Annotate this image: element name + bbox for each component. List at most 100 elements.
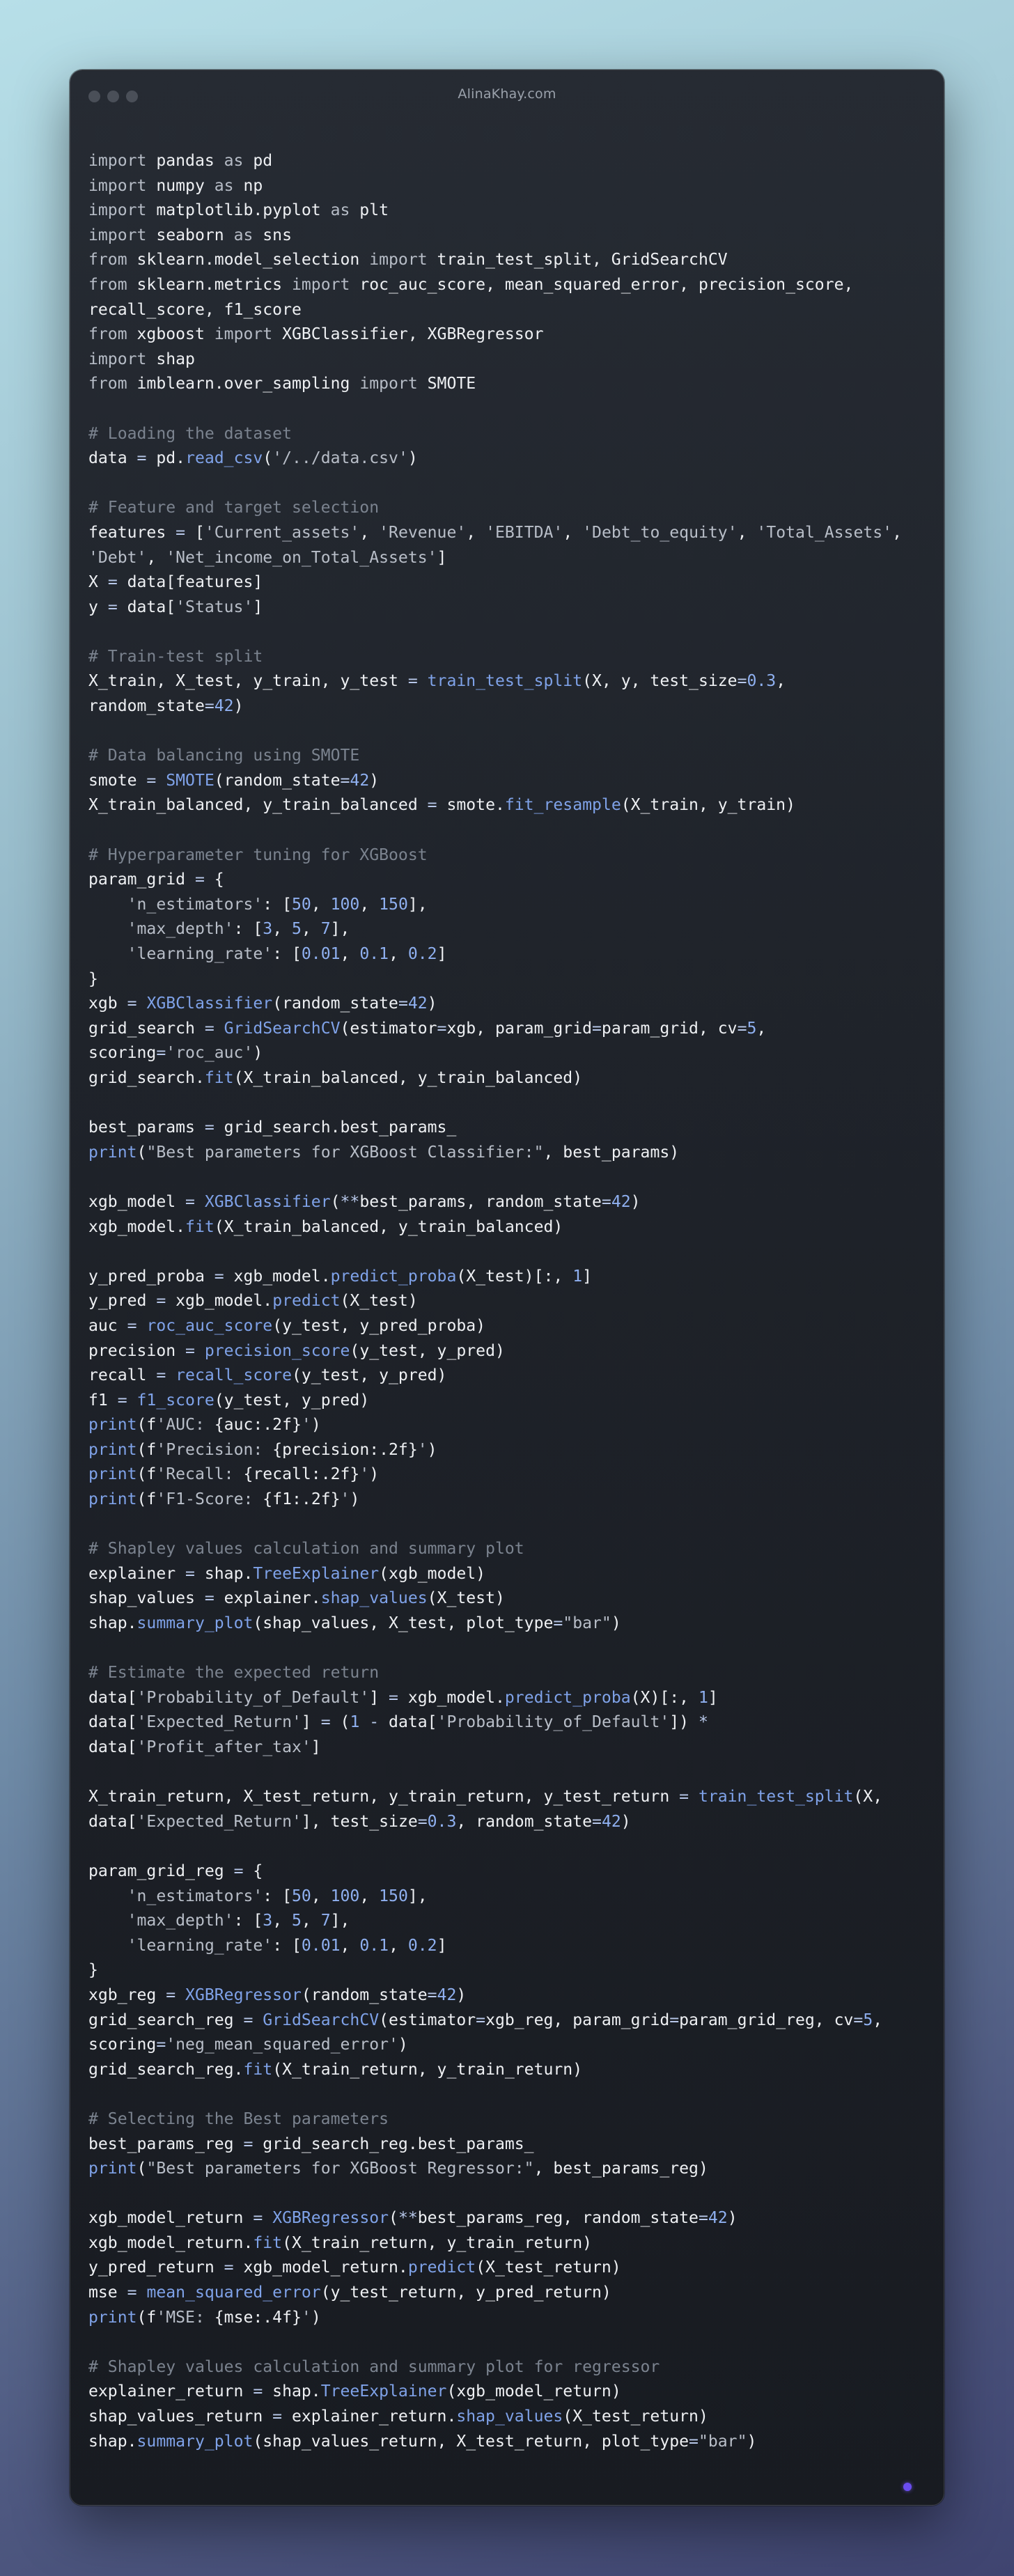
code-token: (f [136, 2308, 157, 2327]
code-line: from sklearn.model_selection import trai… [88, 248, 930, 273]
code-token: (y_test, y_pred) [350, 1341, 505, 1360]
code-token: shap. [194, 1564, 254, 1583]
code-token: * [698, 1713, 708, 1732]
code-token: data[ [88, 1812, 137, 1831]
code-line: print("Best parameters for XGBoost Regre… [88, 2157, 930, 2182]
code-token: 'Expected_Return' [136, 1812, 302, 1831]
status-dot-icon [903, 2483, 912, 2491]
code-line: explainer_return = shap.TreeExplainer(xg… [88, 2380, 930, 2405]
code-token: , [272, 920, 292, 939]
code-token: = [117, 1391, 127, 1410]
code-token: pandas [146, 152, 224, 170]
code-token: data[features] [117, 573, 263, 592]
code-token: = [853, 2011, 864, 2029]
code-token: {mse:.4f} [214, 2308, 302, 2327]
code-token: shap. [263, 2382, 321, 2401]
code-line: data['Expected_Return'] = (1 - data['Pro… [88, 1710, 930, 1735]
code-token: (xgb_model_return) [446, 2382, 621, 2401]
code-token: best_params_reg [88, 2134, 244, 2153]
code-line: ​ [88, 1513, 930, 1538]
code-line: xgb_model = XGBClassifier(**best_params,… [88, 1190, 930, 1215]
code-token: # Hyperparameter tuning for XGBoost [88, 845, 428, 864]
code-token: (X_train_return, y_train_return) [272, 2060, 583, 2079]
code-token: shap_values [88, 1589, 205, 1608]
code-token: '/../data.csv' [272, 449, 408, 468]
code-token: smote [88, 771, 147, 790]
code-line: # Shapley values calculation and summary… [88, 1537, 930, 1562]
code-token: predict [407, 2258, 476, 2277]
code-token: 'max_depth' [127, 1912, 234, 1930]
code-token: (random_state [272, 994, 398, 1013]
code-token: 'Revenue' [379, 523, 467, 542]
code-token: 'Debt_to_equity' [582, 523, 738, 542]
code-token: ] [437, 548, 447, 567]
code-token: # Shapley values calculation and summary… [88, 2357, 660, 2376]
code-token: (y_test, y_pred) [291, 1366, 447, 1385]
code-token: 0.01 [301, 945, 341, 963]
code-token: = [340, 771, 350, 790]
code-line: X_train_return, X_test_return, y_train_r… [88, 1785, 930, 1810]
code-token: grid_search [88, 1019, 205, 1038]
code-line: # Train-test split [88, 645, 930, 670]
code-token: param_grid_reg, cv [679, 2011, 854, 2029]
code-token: , [873, 2011, 883, 2029]
code-token: 'F1-Score: [156, 1490, 263, 1509]
code-line: print("Best parameters for XGBoost Class… [88, 1141, 930, 1166]
code-line: scoring='roc_auc') [88, 1041, 930, 1066]
code-token: (f [136, 1416, 157, 1435]
code-token: # Train-test split [88, 647, 263, 666]
code-token: = [185, 1564, 195, 1583]
code-token: param_grid_reg [88, 1861, 234, 1880]
code-token: # Selecting the Best parameters [88, 2109, 389, 2128]
code-token: , best_params_reg) [533, 2160, 708, 2178]
code-token: (X, y, test_size [582, 672, 738, 691]
code-token: , [359, 523, 380, 542]
code-line: import shap [88, 348, 930, 373]
code-token: best_params_reg, random_state [417, 2209, 699, 2228]
code-token: 1 [572, 1267, 583, 1286]
code-token: 0.1 [359, 1936, 389, 1955]
code-token: ) [398, 2036, 408, 2054]
code-token: = [698, 2209, 708, 2228]
code-token: xgb_reg [88, 1985, 166, 2004]
code-token: ) [427, 1440, 437, 1459]
code-token: ] [369, 1688, 389, 1707]
code-token: = [253, 2209, 263, 2228]
code-token: y_pred_return [88, 2258, 224, 2277]
code-line: y_pred_proba = xgb_model.predict_proba(X… [88, 1265, 930, 1290]
code-line: 'learning_rate': [0.01, 0.1, 0.2] [88, 1934, 930, 1959]
code-line: # Hyperparameter tuning for XGBoost [88, 843, 930, 868]
code-token: = [253, 2382, 263, 2401]
code-token: as [233, 226, 254, 244]
code-token: (X_test) [427, 1589, 505, 1608]
code-token: as [330, 201, 350, 220]
window-titlebar: AlinaKhay.com [70, 70, 944, 122]
code-token: ( [263, 449, 273, 468]
code-token: 3 [263, 920, 273, 939]
code-token: import [88, 350, 147, 368]
code-token: random_state [88, 697, 205, 716]
code-token: read_csv [185, 449, 263, 468]
code-token: = [737, 1019, 747, 1038]
code-token: scoring [88, 1044, 157, 1063]
code-token: 'Total_Assets' [756, 523, 893, 542]
code-token: } [88, 1961, 98, 1980]
code-line: X = data[features] [88, 570, 930, 595]
code-token: , [563, 523, 583, 542]
code-token: recall_score, f1_score [88, 300, 302, 319]
code-token: 0.1 [359, 945, 389, 963]
code-token: xgb_model_return. [88, 2233, 254, 2252]
code-line: ​ [88, 620, 930, 645]
code-token: ( [389, 2209, 398, 2228]
code-token: pd [243, 152, 273, 170]
code-line: X_train_balanced, y_train_balanced = smo… [88, 793, 930, 818]
code-token: xgb_model_return. [233, 2258, 408, 2277]
code-line: import matplotlib.pyplot as plt [88, 198, 930, 224]
code-token: = [737, 672, 747, 691]
code-line: precision = precision_score(y_test, y_pr… [88, 1339, 930, 1364]
code-line: smote = SMOTE(random_state=42) [88, 769, 930, 794]
code-token: X_train, X_test, y_train, y_test [88, 672, 408, 691]
